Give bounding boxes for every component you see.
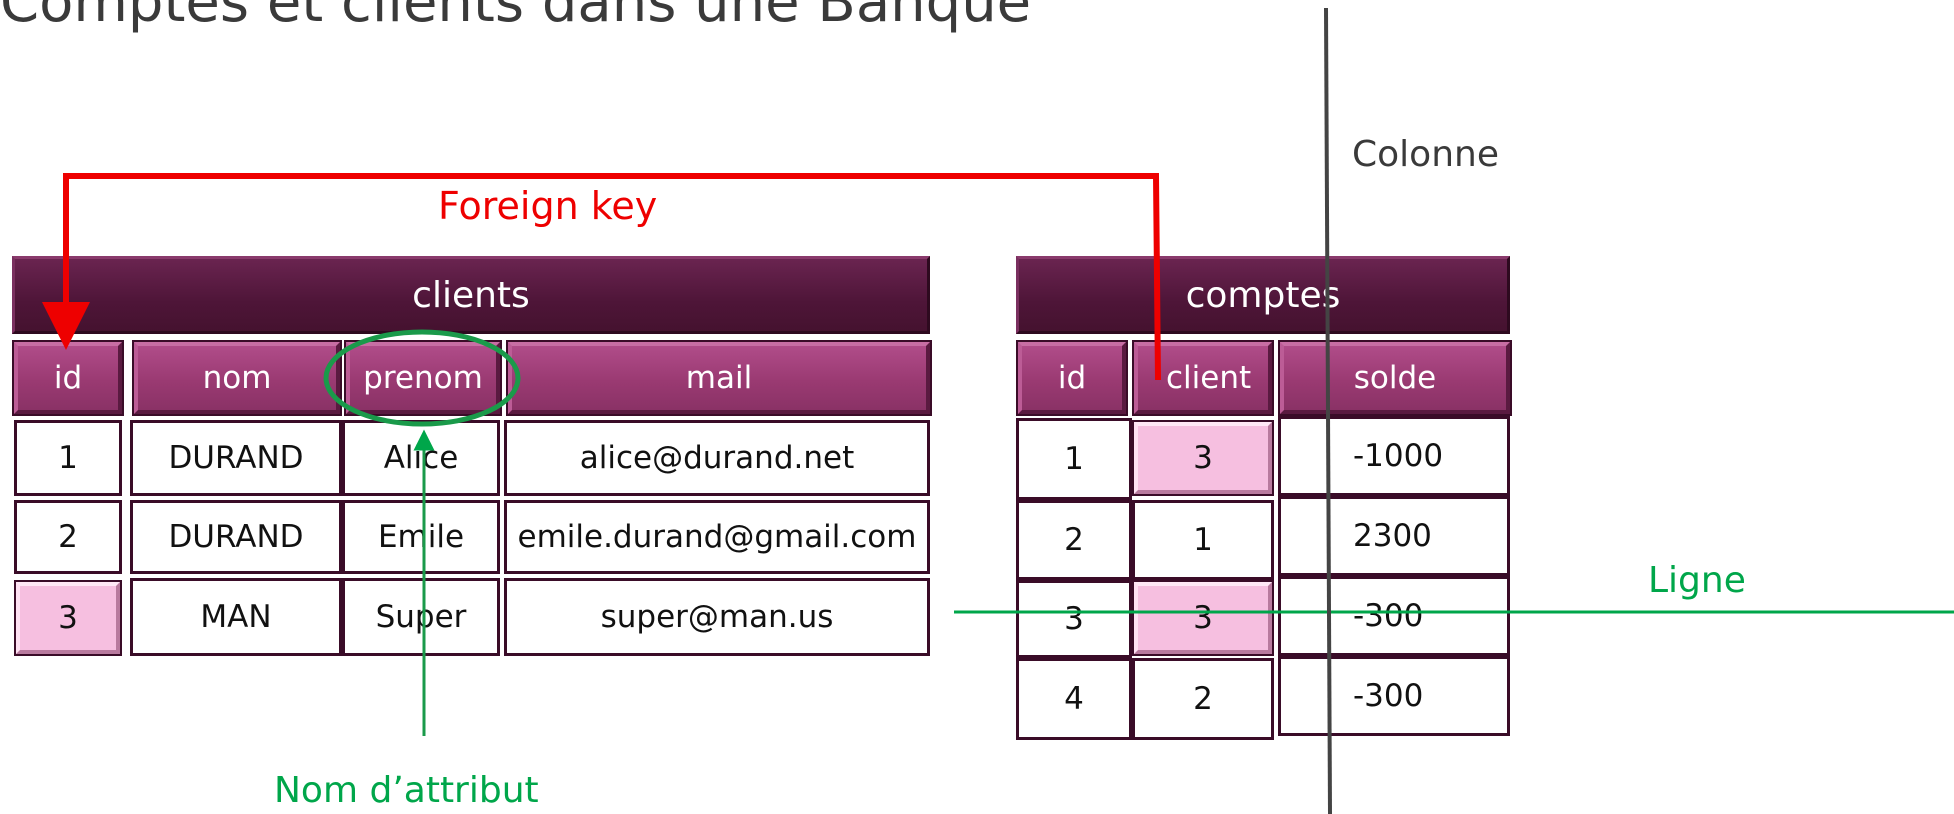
colonne-label: Colonne [1352,134,1499,175]
column-indicator-line [1324,7,1332,814]
annotation-overlay [42,7,1954,814]
attribute-name-label: Nom d’attribut [274,770,539,811]
foreign-key-label: Foreign key [438,184,658,228]
ligne-label: Ligne [1648,560,1746,601]
prenom-highlight-ellipse [323,329,521,427]
